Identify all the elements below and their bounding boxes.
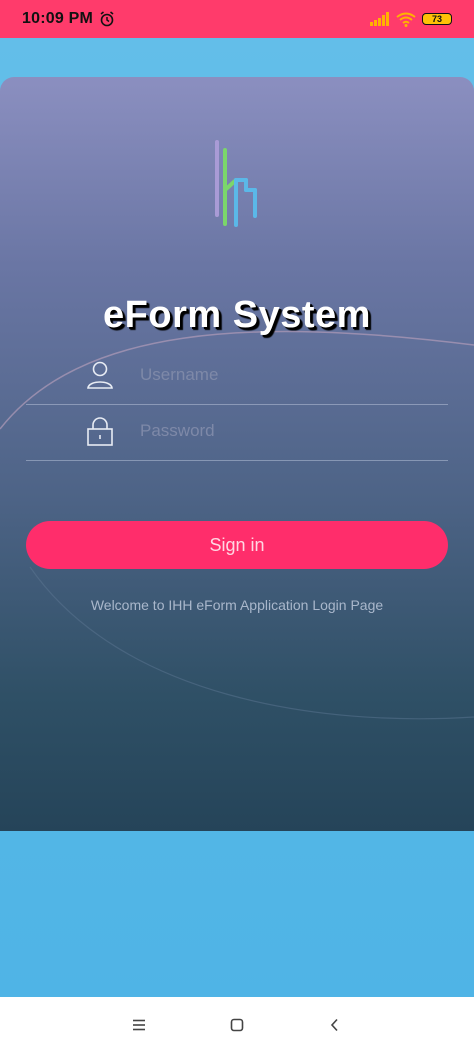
status-time: 10:09 PM [22,10,93,27]
menu-button[interactable] [127,1013,151,1037]
battery-icon: 73 [422,13,452,25]
signin-button[interactable]: Sign in [26,521,448,569]
system-nav-bar [0,997,474,1053]
menu-icon [133,1019,145,1031]
back-icon [330,1018,338,1032]
username-field [26,346,448,405]
alarm-icon [100,11,114,27]
welcome-text: Welcome to IHH eForm Application Login P… [90,597,384,613]
user-icon [87,361,113,389]
status-bar: 10:09 PM 73 [0,0,474,38]
back-button[interactable] [323,1013,347,1037]
app-logo [215,140,257,227]
app-title: eForm System [103,294,371,336]
password-field [26,402,448,461]
username-input[interactable] [138,358,432,392]
signal-icon [370,12,389,26]
lock-icon [87,417,113,446]
password-input[interactable] [138,414,432,448]
home-button[interactable] [225,1013,249,1037]
battery-level: 73 [431,14,442,24]
home-icon [230,1018,244,1032]
wifi-icon [396,12,416,27]
